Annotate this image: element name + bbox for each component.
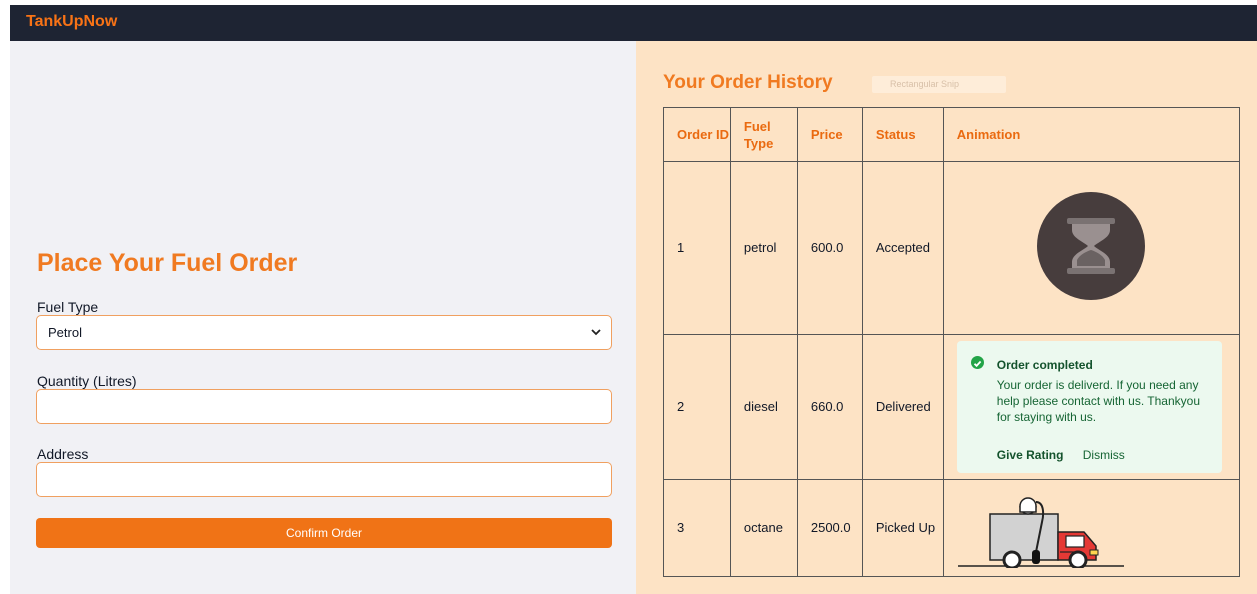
cell-order-id: 3 — [663, 479, 731, 577]
quantity-input[interactable] — [36, 389, 612, 424]
check-circle-icon — [970, 356, 984, 369]
fuel-type-value: Petrol — [48, 325, 82, 340]
column-header-animation: Animation — [942, 107, 1241, 162]
cell-order-id: 1 — [663, 161, 731, 335]
cell-price: 2500.0 — [796, 479, 863, 577]
form-title: Place Your Fuel Order — [37, 249, 298, 277]
snip-overlay-chip: Rectangular Snip — [872, 76, 1006, 93]
hourglass-icon — [1036, 192, 1145, 300]
cell-order-id: 2 — [663, 334, 731, 480]
order-history-panel: Your Order History Rectangular Snip Orde… — [636, 41, 1257, 594]
cell-fuel-type: octane — [729, 479, 798, 577]
column-header-price: Price — [796, 107, 863, 162]
give-rating-button[interactable]: Give Rating — [997, 445, 1064, 465]
column-header-fuel-type: Fuel Type — [729, 107, 798, 162]
table-row: 3 octane 2500.0 Picked Up — [663, 479, 1241, 577]
cell-status: Picked Up — [861, 479, 944, 577]
dismiss-button[interactable]: Dismiss — [1083, 445, 1125, 465]
column-header-status: Status — [861, 107, 944, 162]
brand-logo[interactable]: TankUpNow — [26, 13, 117, 31]
toast-title: Order completed — [996, 358, 1093, 372]
cell-animation — [942, 161, 1241, 335]
cell-status: Accepted — [861, 161, 944, 335]
cell-price: 660.0 — [796, 334, 863, 480]
address-input[interactable] — [36, 462, 612, 497]
fuel-type-select[interactable]: Petrol — [36, 315, 612, 350]
toast-message: Your order is deliverd. If you need any … — [996, 378, 1201, 424]
table-row: 1 petrol 600.0 Accepted — [663, 161, 1241, 335]
cell-fuel-type: petrol — [729, 161, 798, 335]
cell-animation: Order completed Your order is deliverd. … — [942, 334, 1241, 480]
table-header-row: Order ID Fuel Type Price Status Animatio… — [663, 107, 1241, 162]
column-header-order-id: Order ID — [663, 107, 731, 162]
delivery-truck-icon — [956, 492, 1126, 574]
top-navbar: TankUpNow — [10, 5, 1257, 41]
confirm-order-button[interactable]: Confirm Order — [36, 518, 612, 548]
cell-animation — [942, 479, 1241, 577]
order-history-table: Order ID Fuel Type Price Status Animatio… — [663, 107, 1241, 577]
cell-fuel-type: diesel — [729, 334, 798, 480]
order-form-panel: Place Your Fuel Order Fuel Type Petrol Q… — [10, 41, 636, 594]
history-title: Your Order History — [663, 72, 833, 93]
chevron-down-icon — [591, 329, 601, 336]
cell-status: Delivered — [861, 334, 944, 480]
quantity-label: Quantity (Litres) — [37, 373, 137, 389]
address-label: Address — [37, 446, 89, 462]
cell-price: 600.0 — [796, 161, 863, 335]
fuel-type-label: Fuel Type — [37, 299, 99, 315]
table-row: 2 diesel 660.0 Delivered Order completed… — [663, 334, 1241, 480]
order-completed-toast: Order completed Your order is deliverd. … — [956, 341, 1222, 473]
